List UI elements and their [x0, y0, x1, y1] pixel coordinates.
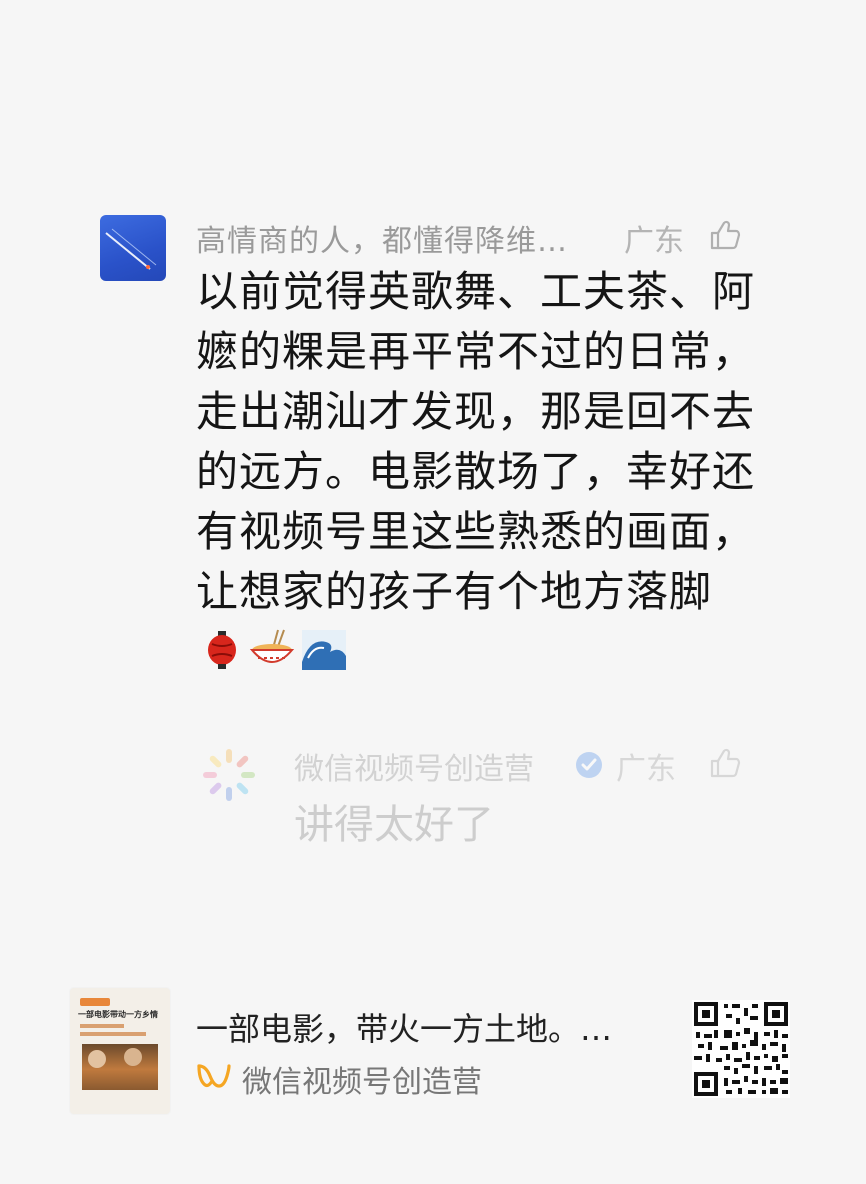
comment-body: 以前觉得英歌舞、工夫茶、阿嬷的粿是再平常不过的日常，走出潮汕才发现，那是回不去的… [196, 267, 756, 616]
thumb-tag [80, 998, 110, 1006]
card-title[interactable]: 一部电影，带火一方土地。… [196, 1004, 612, 1050]
source-name: 微信视频号创造营 [242, 1065, 482, 1100]
reply-location: 广东 [616, 752, 676, 787]
reply-thumbs-up-icon[interactable] [708, 746, 742, 780]
thumb-person [124, 1048, 142, 1066]
card-thumbnail[interactable]: 一部电影带动一方乡情 [70, 988, 170, 1114]
avatar[interactable] [100, 215, 166, 281]
comment-meta: 高情商的人，都懂得降维… 广东 [196, 212, 756, 264]
verified-badge-icon [576, 752, 602, 778]
wave-emoji [300, 628, 348, 688]
noodle-bowl-emoji [248, 628, 296, 688]
reply-comment: 微信视频号创造营 广东 讲得太好了 [196, 740, 756, 850]
lantern-emoji [200, 628, 244, 688]
thumb-text-line [80, 1024, 124, 1028]
reply-author[interactable]: 微信视频号创造营 [294, 744, 534, 788]
comment-text: 以前觉得英歌舞、工夫茶、阿嬷的粿是再平常不过的日常，走出潮汕才发现，那是回不去的… [196, 262, 756, 688]
wechat-channels-icon [197, 1064, 231, 1088]
thumb-text-line [80, 1032, 146, 1036]
reply-text: 讲得太好了 [294, 802, 494, 848]
comment-author[interactable]: 高情商的人，都懂得降维… [196, 216, 568, 260]
thumb-person [88, 1050, 106, 1068]
channels-logo-icon[interactable] [200, 746, 258, 804]
qr-code-icon[interactable] [692, 1000, 790, 1098]
thumbs-up-icon[interactable] [708, 218, 742, 252]
avatar-image [105, 228, 157, 270]
thumb-title: 一部电影带动一方乡情 [78, 1010, 158, 1019]
comment-location: 广东 [624, 224, 684, 259]
